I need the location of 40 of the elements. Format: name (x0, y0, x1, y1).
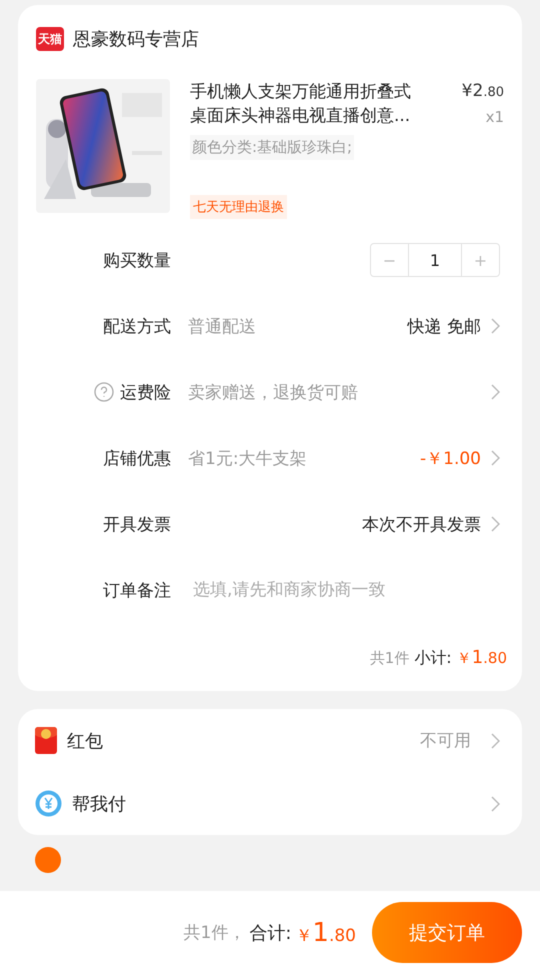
row-value[interactable]: 快递 免邮 (408, 314, 481, 338)
chevron-icon (491, 384, 500, 400)
product-price: ¥2.80 (462, 80, 504, 103)
subtotal-amount: ￥1.80 (456, 647, 507, 668)
shop-name[interactable]: 恩豪数码专营店 (73, 27, 199, 51)
help-icon[interactable] (94, 382, 114, 402)
product-quantity: x1 (486, 107, 504, 128)
total-amount: ￥1.80 (295, 918, 356, 948)
return-policy-tag: 七天无理由退换 (190, 195, 287, 219)
row-label: 购买数量 (103, 250, 171, 272)
total-label: 合计: (249, 922, 292, 944)
chevron-icon (491, 318, 500, 334)
option-label: 帮我付 (72, 792, 127, 816)
product-spec: 颜色分类:基础版珍珠白; (190, 135, 354, 160)
row-value[interactable]: -￥1.00 (420, 446, 481, 470)
chevron-icon (491, 796, 500, 812)
row-label: 配送方式 (103, 316, 171, 338)
chevron-icon (491, 450, 500, 466)
row-detail: 普通配送 (188, 316, 257, 338)
option-label: 红包 (67, 730, 104, 752)
note-field[interactable]: 选填,请先和商家协商一致 (191, 579, 500, 601)
row-value[interactable]: 本次不开具发票 (362, 512, 481, 536)
envelope-icon (35, 727, 57, 754)
row-label: 开具发票 (103, 514, 171, 536)
row-label: 订单备注 (103, 580, 171, 602)
chevron-icon (491, 516, 500, 532)
subtotal-label: 小计: (414, 648, 452, 669)
item-count: 共1件 (370, 649, 410, 668)
row-label: 运费险 (120, 382, 171, 404)
anonymous-icon (35, 847, 61, 873)
row-detail: 卖家赠送，退换货可赔 (188, 382, 359, 404)
chevron-icon (491, 732, 500, 748)
total-count: 共1件， (184, 922, 246, 944)
product-title[interactable]: 手机懒人支架万能通用折叠式桌面床头神器电视直播创意... (190, 80, 416, 129)
row-detail: 省1元:大牛支架 (188, 448, 308, 470)
submit-order-button[interactable]: 提交订单 (372, 902, 522, 963)
row-label: 店铺优惠 (103, 448, 171, 470)
coin-icon (35, 790, 62, 817)
store-logo: 天猫 (36, 27, 64, 51)
option-value[interactable]: 不可用 (420, 729, 471, 752)
